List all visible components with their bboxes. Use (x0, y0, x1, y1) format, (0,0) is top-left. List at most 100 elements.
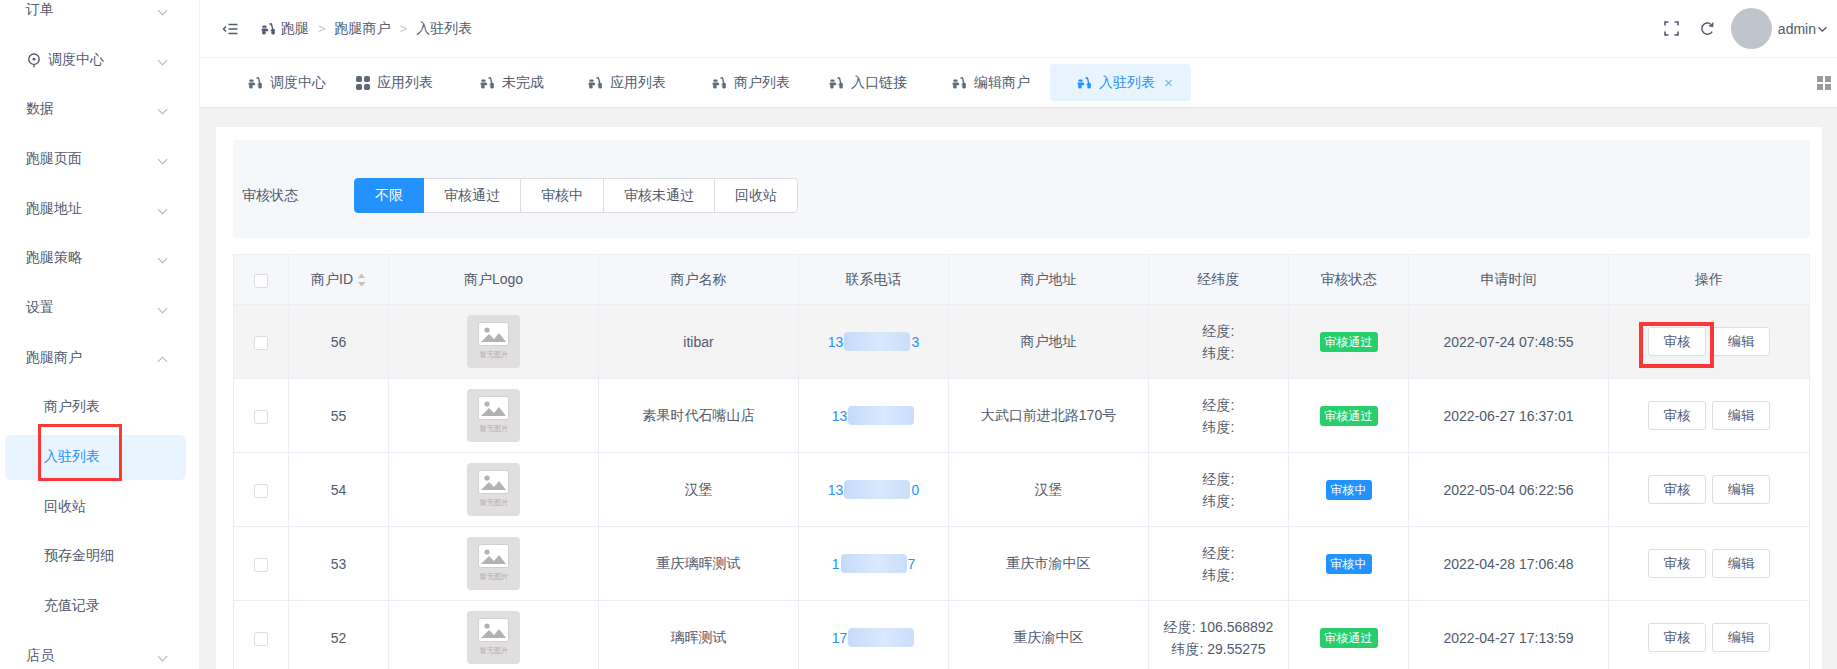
sidebar-item-label: 跑腿页面 (26, 150, 82, 168)
sidebar-item-label: 调度中心 (48, 51, 104, 69)
action-编辑-button[interactable]: 编辑 (1712, 475, 1770, 504)
sidebar-item-跑腿策略[interactable]: 跑腿策略 (0, 233, 199, 283)
sidebar-item-跑腿商户[interactable]: 跑腿商户 (0, 333, 199, 383)
row-checkbox[interactable] (254, 336, 268, 350)
sidebar-item-回收站[interactable]: 回收站 (0, 482, 199, 532)
breadcrumb-item[interactable]: 入驻列表 (416, 20, 472, 38)
sidebar-item-跑腿地址[interactable]: 跑腿地址 (0, 184, 199, 234)
action-编辑-button[interactable]: 编辑 (1712, 623, 1770, 652)
latitude-line: 纬度: (1149, 416, 1288, 438)
logo-placeholder: 暂无图片 (467, 315, 520, 368)
cell-merchant-name: 重庆璃晖测试 (599, 527, 799, 601)
phone-link[interactable]: 17 (832, 556, 916, 572)
tab-调度中心[interactable]: 调度中心 (248, 64, 326, 101)
avatar[interactable] (1731, 8, 1772, 49)
chevron-up-icon (158, 356, 168, 366)
no-image-icon (478, 618, 509, 642)
sidebar-item-预存金明细[interactable]: 预存金明细 (0, 532, 199, 582)
topbar: 跑腿>跑腿商户>入驻列表 admin (200, 0, 1837, 58)
select-all-checkbox[interactable] (254, 274, 268, 288)
sidebar-item-label: 数据 (26, 100, 54, 118)
filter-option-审核未通过[interactable]: 审核未通过 (603, 178, 715, 213)
tab-编辑商户[interactable]: 编辑商户 (952, 64, 1030, 101)
action-审核-button[interactable]: 审核 (1648, 401, 1706, 430)
tab-入驻列表[interactable]: 入驻列表 × (1050, 64, 1191, 101)
row-checkbox-cell (234, 305, 289, 379)
column-header-商户ID[interactable]: 商户ID (289, 255, 389, 305)
tabs-container: 调度中心应用列表未完成应用列表商户列表入口链接编辑商户入驻列表× (248, 64, 1191, 101)
sidebar-item-店员[interactable]: 店员 (0, 631, 199, 669)
status-badge: 审核通过 (1320, 332, 1378, 352)
filter-option-不限[interactable]: 不限 (354, 178, 424, 213)
cell-apply-time: 2022-04-28 17:06:48 (1409, 527, 1609, 601)
app-root: 订单调度中心数据跑腿页面跑腿地址跑腿策略设置跑腿商户商户列表入驻列表回收站预存金… (0, 0, 1837, 669)
scooter-icon (1077, 75, 1092, 90)
tab-close-icon[interactable]: × (1164, 75, 1173, 90)
breadcrumb-item[interactable]: 跑腿商户 (335, 20, 391, 38)
row-checkbox[interactable] (254, 410, 268, 424)
sidebar-item-label: 跑腿地址 (26, 200, 82, 218)
breadcrumb-item[interactable]: 跑腿 (261, 20, 309, 38)
action-编辑-button[interactable]: 编辑 (1712, 549, 1770, 578)
user-menu-chevron-icon[interactable] (1817, 25, 1828, 33)
row-checkbox[interactable] (254, 632, 268, 646)
sort-icon[interactable] (357, 273, 366, 287)
phone-censor-blur (844, 332, 910, 351)
longitude-line: 经度: (1149, 468, 1288, 490)
action-审核-button[interactable]: 审核 (1648, 623, 1706, 652)
sidebar-collapse-icon[interactable] (222, 21, 239, 37)
phone-link[interactable]: 13 (832, 408, 916, 424)
username-label[interactable]: admin (1778, 21, 1816, 37)
cell-merchant-logo: 暂无图片 (389, 379, 599, 453)
table-row-53: 53暂无图片重庆璃晖测试17重庆市渝中区经度:纬度:审核中2022-04-28 … (234, 527, 1810, 601)
sidebar-item-跑腿页面[interactable]: 跑腿页面 (0, 134, 199, 184)
chevron-down-icon (158, 254, 168, 264)
sidebar-item-label: 商户列表 (44, 398, 100, 416)
sidebar-item-调度中心[interactable]: 调度中心 (0, 35, 199, 85)
cell-status: 审核通过 (1289, 601, 1409, 669)
tab-label: 入驻列表 (1099, 74, 1155, 92)
sidebar-item-订单[interactable]: 订单 (0, 0, 199, 35)
scooter-icon (829, 75, 844, 90)
cell-status: 审核通过 (1289, 305, 1409, 379)
sidebar-item-label: 设置 (26, 299, 54, 317)
no-image-icon (478, 322, 509, 346)
topbar-right: admin (1664, 8, 1828, 49)
breadcrumb-item-label: 跑腿商户 (335, 20, 391, 38)
filter-option-审核中[interactable]: 审核中 (520, 178, 604, 213)
tab-商户列表[interactable]: 商户列表 (712, 64, 790, 101)
tab-入口链接[interactable]: 入口链接 (829, 64, 907, 101)
tab-list-grid-icon[interactable] (1817, 76, 1831, 90)
tab-应用列表[interactable]: 应用列表 (356, 64, 433, 101)
table-row-56: 56暂无图片itibar133商户地址经度:纬度:审核通过2022-07-24 … (234, 305, 1810, 379)
chevron-down-icon (158, 304, 168, 314)
refresh-icon[interactable] (1699, 21, 1715, 37)
fullscreen-icon[interactable] (1664, 21, 1679, 36)
row-checkbox[interactable] (254, 484, 268, 498)
filter-option-回收站[interactable]: 回收站 (714, 178, 798, 213)
sidebar-item-数据[interactable]: 数据 (0, 84, 199, 134)
column-header-申请时间: 申请时间 (1409, 255, 1609, 305)
sidebar-item-充值记录[interactable]: 充值记录 (0, 581, 199, 631)
sidebar-item-label: 订单 (26, 1, 54, 19)
tab-未完成[interactable]: 未完成 (480, 64, 544, 101)
no-image-label: 暂无图片 (479, 424, 508, 434)
cell-coordinates: 经度:纬度: (1149, 305, 1289, 379)
action-审核-button[interactable]: 审核 (1648, 549, 1706, 578)
cell-apply-time: 2022-04-27 17:13:59 (1409, 601, 1609, 669)
filter-option-审核通过[interactable]: 审核通过 (423, 178, 521, 213)
action-审核-button[interactable]: 审核 (1648, 475, 1706, 504)
action-编辑-button[interactable]: 编辑 (1712, 401, 1770, 430)
sidebar-item-label: 店员 (26, 647, 54, 665)
phone-link[interactable]: 130 (828, 482, 919, 498)
cell-apply-time: 2022-07-24 07:48:55 (1409, 305, 1609, 379)
phone-link[interactable]: 17 (832, 630, 916, 646)
row-checkbox[interactable] (254, 558, 268, 572)
annotation-box-audit-button (1639, 322, 1714, 368)
header-checkbox-cell (234, 255, 289, 305)
action-编辑-button[interactable]: 编辑 (1712, 327, 1770, 356)
cell-address: 商户地址 (949, 305, 1149, 379)
phone-link[interactable]: 133 (828, 334, 919, 350)
tab-应用列表[interactable]: 应用列表 (588, 64, 666, 101)
sidebar-item-设置[interactable]: 设置 (0, 283, 199, 333)
